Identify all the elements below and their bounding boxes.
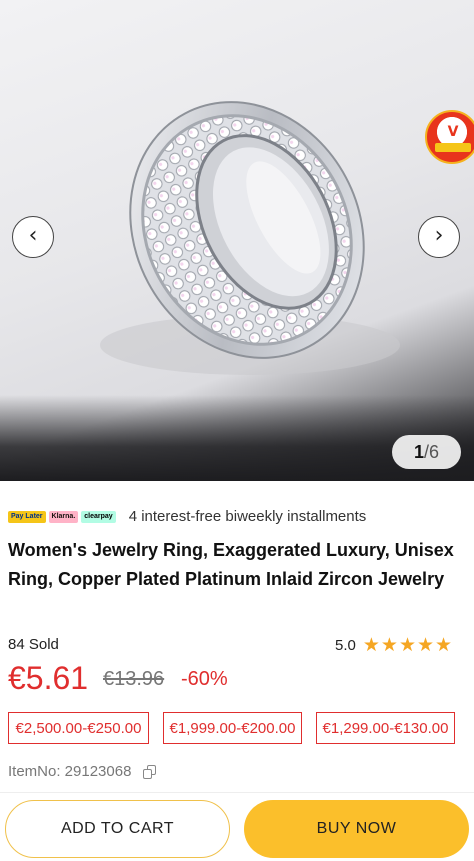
product-image-gallery[interactable]: ‹ › V 1/6: [0, 0, 474, 481]
rating-stars: ★ ★ ★ ★ ★: [362, 634, 452, 656]
next-image-button[interactable]: ›: [418, 216, 460, 258]
sold-count: 84 Sold: [8, 636, 59, 653]
star-icon: ★: [435, 634, 453, 656]
chevron-left-icon: ‹: [28, 223, 38, 248]
star-icon: ★: [417, 634, 435, 656]
payment-installments[interactable]: Pay Later Klarna. clearpay 4 interest-fr…: [8, 508, 366, 525]
discount-percent: -60%: [181, 668, 228, 690]
star-icon: ★: [362, 634, 380, 656]
rating-value: 5.0: [335, 636, 356, 654]
image-counter-total: 6: [429, 441, 440, 462]
item-number: ItemNo: 29123068: [8, 763, 157, 780]
star-icon: ★: [380, 634, 398, 656]
star-icon: ★: [398, 634, 416, 656]
price-tier-option[interactable]: €1,299.00-€130.00: [316, 712, 455, 744]
image-counter-current: 1: [413, 441, 424, 462]
price-tier-option[interactable]: €1,999.00-€200.00: [163, 712, 302, 744]
buy-now-button[interactable]: BUY NOW: [244, 800, 469, 858]
klarna-badge: Klarna.: [48, 510, 79, 523]
item-number-text: ItemNo: 29123068: [8, 763, 132, 780]
image-counter: 1/6: [392, 435, 461, 469]
price-tier-option[interactable]: €2,500.00-€250.00: [8, 712, 149, 744]
seal-band: [435, 143, 471, 152]
price-tiers: €2,500.00-€250.00 €1,999.00-€200.00 €1,2…: [8, 712, 469, 744]
product-title: Women's Jewelry Ring, Exaggerated Luxury…: [8, 540, 454, 589]
add-to-cart-button[interactable]: ADD TO CART: [5, 800, 230, 858]
original-price: €13.96: [103, 668, 165, 690]
chevron-right-icon: ›: [434, 223, 444, 248]
current-price: €5.61: [8, 660, 89, 696]
brand-seal-logo[interactable]: V: [425, 110, 474, 164]
clearpay-badge: clearpay: [81, 510, 116, 523]
bottom-bar-divider: [0, 792, 474, 793]
previous-image-button[interactable]: ‹: [12, 216, 54, 258]
product-rating[interactable]: 5.0 ★ ★ ★ ★ ★: [335, 634, 452, 656]
paypal-pay-later-badge: Pay Later: [8, 510, 46, 523]
copy-icon[interactable]: [143, 764, 157, 779]
seal-mark: V: [447, 124, 459, 140]
installments-text: 4 interest-free biweekly installments: [128, 508, 367, 525]
